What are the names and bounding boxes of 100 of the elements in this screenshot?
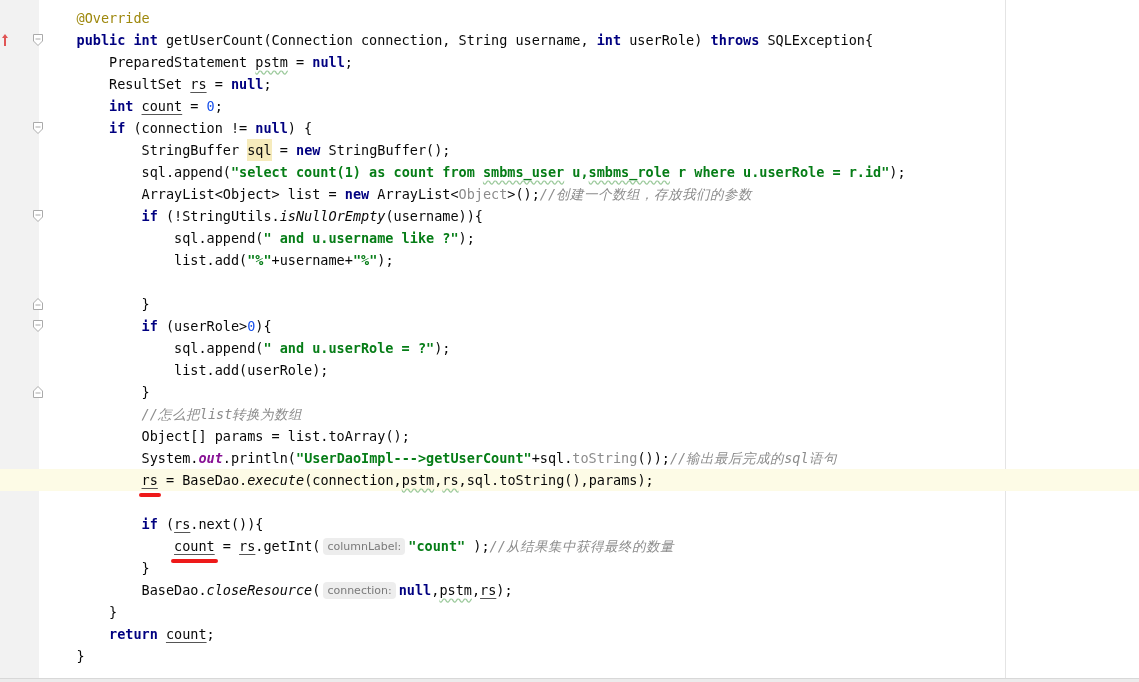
number-literal: 0 — [206, 97, 215, 116]
code-token: pstm — [401, 471, 435, 490]
keyword: new — [296, 141, 322, 160]
code-token: } — [141, 383, 150, 402]
string-literal: "select count(1) as count from — [230, 163, 476, 182]
code-comment: //怎么把list转换为数组 — [141, 405, 303, 424]
keyword: int — [596, 31, 623, 50]
code-token: .println( — [222, 449, 296, 468]
code-token: out — [198, 449, 223, 468]
code-token: pstm — [439, 581, 472, 600]
code-token: StringBuffer(); — [328, 141, 451, 160]
override-arrow-icon[interactable] — [1, 33, 9, 47]
parameter-hint: connection: — [323, 581, 396, 599]
code-token: sql.append( — [174, 339, 264, 358]
code-token: +sql. — [531, 449, 573, 468]
fold-icon[interactable] — [33, 298, 43, 310]
code-token: closeResource — [206, 581, 313, 600]
keyword: null — [398, 581, 432, 600]
code-token: Object[] params = list.toArray(); — [141, 427, 410, 446]
code-token: count — [174, 535, 215, 557]
code-token: ); — [458, 229, 475, 248]
keyword: new — [344, 185, 371, 204]
code-token: ArrayList< — [377, 185, 459, 204]
code-token: } — [141, 559, 150, 578]
string-literal: smbms_user — [482, 163, 565, 183]
code-token: getUserCount(Connection connection, String username, — [165, 31, 590, 50]
code-token: (userRole> — [165, 317, 248, 336]
keyword: public int — [76, 31, 159, 50]
fold-icon[interactable] — [33, 386, 43, 398]
code-token: ( — [312, 581, 321, 600]
code-token: ; — [214, 97, 223, 116]
code-token: , — [471, 581, 481, 600]
keyword: if — [109, 119, 127, 138]
code-token: toString — [572, 449, 638, 468]
code-token: sql.append( — [174, 229, 264, 248]
code-token: sql — [247, 139, 272, 161]
code-token: = — [190, 97, 200, 116]
code-token: rs — [239, 537, 256, 556]
code-comment: //从结果集中获得最终的数量 — [489, 537, 674, 556]
code-token: count — [141, 97, 183, 116]
code-token: sql.append( — [141, 163, 231, 182]
keyword: int — [109, 97, 135, 116]
code-token: ); — [889, 163, 906, 182]
string-literal: "UserDaoImpl--->getUserCount" — [296, 449, 532, 468]
code-token: isNullOrEmpty — [279, 207, 386, 226]
string-literal: " and u.username like ?" — [263, 229, 459, 248]
code-token: = — [214, 75, 224, 94]
code-token: ); — [496, 581, 513, 600]
code-token: .next()){ — [190, 515, 264, 534]
parameter-hint: columnLabel: — [323, 537, 406, 555]
code-token: >(); — [507, 185, 540, 204]
code-token: = — [296, 53, 306, 72]
fold-icon[interactable] — [33, 34, 43, 46]
keyword: null — [231, 75, 264, 94]
string-literal: " and u.userRole = ?" — [263, 339, 435, 358]
code-token: list.add( — [174, 251, 248, 270]
code-token: rs — [190, 75, 207, 94]
code-token: ResultSet — [109, 75, 184, 94]
code-token: ){ — [255, 317, 272, 336]
string-literal: u, — [572, 163, 589, 180]
code-token: +username+ — [271, 251, 353, 270]
code-token: ; — [263, 75, 272, 94]
code-token: (username)){ — [385, 207, 483, 226]
code-token: , — [434, 471, 443, 490]
keyword: if — [141, 207, 159, 226]
code-token: rs — [174, 515, 191, 534]
code-token: ) { — [287, 119, 313, 138]
code-token: } — [141, 295, 150, 314]
code-token: execute — [247, 471, 305, 490]
code-token: BaseDao. — [141, 581, 207, 600]
code-token: PreparedStatement — [109, 53, 249, 72]
code-token: (connection, — [304, 471, 402, 490]
keyword: null — [255, 119, 288, 138]
fold-icon[interactable] — [33, 122, 43, 134]
fold-icon[interactable] — [33, 320, 43, 332]
string-literal: "count" — [408, 537, 466, 556]
keyword: return — [109, 625, 159, 644]
string-literal: "%" — [352, 251, 378, 270]
code-token: } — [109, 603, 118, 622]
code-token: count — [165, 625, 207, 644]
code-token: } — [76, 647, 85, 666]
string-literal: "%" — [247, 251, 272, 270]
code-token: (!StringUtils. — [165, 207, 280, 226]
string-literal: smbms_role — [588, 163, 670, 183]
code-token: System. — [141, 449, 199, 468]
code-token: userRole) — [629, 31, 704, 50]
code-token: ; — [344, 53, 353, 72]
keyword: if — [141, 317, 159, 336]
keyword: throws — [710, 31, 761, 50]
code-token: ,sql.toString(),params); — [458, 471, 654, 490]
code-token: ()); — [637, 449, 670, 468]
annotation: @Override — [76, 9, 150, 28]
keyword: null — [312, 53, 345, 72]
code-comment: //创建一个数组，存放我们的参数 — [539, 185, 753, 204]
code-token: ); — [377, 251, 394, 270]
code-token: ); — [473, 537, 490, 556]
code-token: Object — [458, 185, 508, 204]
code-comment: //输出最后完成的sql语句 — [669, 449, 837, 468]
code-token: SQLException{ — [767, 31, 874, 50]
fold-icon[interactable] — [33, 210, 43, 222]
